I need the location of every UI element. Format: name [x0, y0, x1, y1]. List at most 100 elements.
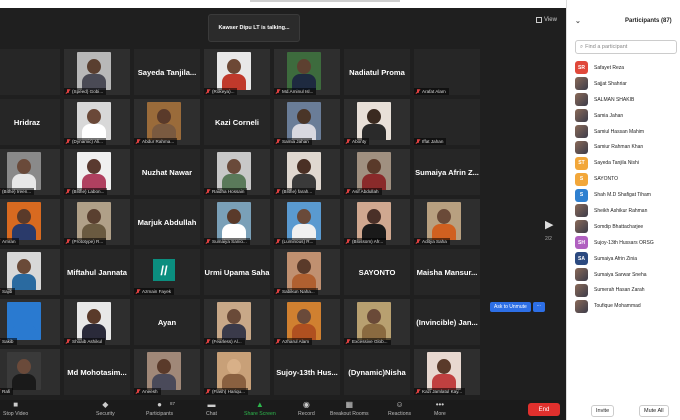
video-tile[interactable]: Maisha Mansur... [414, 249, 480, 295]
participant-list-item[interactable]: Toufique Mohammad [575, 298, 679, 314]
video-tile[interactable]: Asif Abdullah [344, 149, 410, 195]
video-tile[interactable]: Azharul Alam [274, 299, 340, 345]
video-tile[interactable]: (Bithe) Ireen... [0, 149, 60, 195]
participant-list-item[interactable]: SA Sumaiya Afrin Zinia [575, 251, 679, 267]
toolbar-more-button[interactable]: ••• More [434, 401, 446, 418]
toolbar-video-button[interactable]: ■ Stop Video [3, 401, 29, 418]
video-head [87, 109, 101, 124]
video-tile[interactable]: (Speed) Gobi... [64, 49, 130, 95]
video-tile[interactable]: Aneesh [134, 349, 200, 395]
video-tile[interactable]: Sujoy-13th Hus... [274, 349, 340, 395]
video-tile[interactable]: (Flash) Hariqu... [204, 349, 270, 395]
chevron-down-icon[interactable]: ⌄ [575, 17, 581, 25]
video-tile[interactable]: Hridraz [0, 99, 60, 145]
video-tile[interactable]: Ayan [134, 299, 200, 345]
tile-participant-name: Sujoy-13th Hus... [276, 367, 338, 377]
video-tile[interactable]: Kazi Corneli [204, 99, 270, 145]
video-tile[interactable]: Raidha Hossain [204, 149, 270, 195]
invite-button[interactable]: Invite [591, 405, 615, 417]
video-tile[interactable]: (Blossom) Afr... [344, 199, 410, 245]
participant-list-item[interactable]: SH Sujoy-13th Hussars ORSG [575, 235, 679, 251]
participant-list-item[interactable]: S SAYONTO [575, 171, 679, 187]
participant-list-item[interactable]: Samia Jahan [575, 108, 679, 124]
video-tile[interactable]: Rafi [0, 349, 60, 395]
participant-list-item[interactable]: SALMAN SHAKIB [575, 92, 679, 108]
participant-list-item[interactable]: Samiur Rahman Khan [575, 139, 679, 155]
video-head [297, 209, 311, 224]
participant-list-item[interactable]: Sumaiya Sarwar Sneha [575, 267, 679, 283]
tile-participant-name: (Prototype) R... [72, 239, 104, 244]
toolbar-record-button[interactable]: ◉ Record [298, 401, 315, 418]
toolbar-label: Stop Video [3, 411, 29, 417]
toolbar-share-screen-button[interactable]: ▲ Share Screen [244, 401, 276, 418]
video-tile[interactable]: (Dynamic) Ali... [64, 99, 130, 145]
video-tile[interactable]: Sumaiya Afrin Z... [414, 149, 480, 195]
video-head [297, 109, 311, 124]
tile-participant-name: Raidha Hossain [212, 189, 245, 194]
video-tile[interactable]: Miftahul Jannata [64, 249, 130, 295]
toolbar-reactions-button[interactable]: ☺ Reactions [388, 401, 411, 418]
video-tile[interactable]: (Dynamic)Nisha [344, 349, 410, 395]
participant-name: Toufique Mohammad [594, 303, 641, 310]
video-tile[interactable] [0, 49, 60, 95]
tile-more-button[interactable]: ... [532, 302, 545, 312]
video-tile[interactable]: (Fearless) Al... [204, 299, 270, 345]
toolbar-chat-button[interactable]: ▬ Chat [206, 401, 217, 418]
page-count: 2/2 [545, 236, 552, 242]
video-tile[interactable]: (Blithe) Labon... [64, 149, 130, 195]
toolbar-participants-button[interactable]: ● Participants 87 [146, 401, 175, 418]
video-tile[interactable]: Aditya Saha [414, 199, 480, 245]
video-tile[interactable]: Sajib [0, 249, 60, 295]
view-button[interactable]: View [536, 17, 557, 23]
video-tile[interactable]: Sakib [0, 299, 60, 345]
video-tile[interactable]: (Invincible) Jan... [414, 299, 480, 345]
video-tile[interactable]: Urmi Upama Saha [204, 249, 270, 295]
video-tile[interactable]: Shoaib Ashikul [64, 299, 130, 345]
video-tile[interactable]: Kazi Jamlatul Kay... [414, 349, 480, 395]
ask-to-unmute-button[interactable]: Ask to Unmute [490, 302, 531, 312]
toolbar-shield-button[interactable]: ◆ Security [96, 401, 115, 418]
zoom-meeting-window: Kawser Dipu LT is talking... View (Speed… [0, 0, 680, 420]
muted-mic-icon [136, 139, 140, 144]
video-tile[interactable]: // Azmain Fayek [134, 249, 200, 295]
toolbar-label: Chat [206, 411, 217, 417]
participant-name: Shah M.D Shafigat Tiham [594, 192, 651, 199]
tile-name-label: Samia Jahan [274, 138, 312, 145]
video-tile[interactable]: Arafat Alam [414, 49, 480, 95]
participant-list-item[interactable]: Samiul Hassan Mahim [575, 124, 679, 140]
participant-name: Sumaiya Sarwar Sneha [594, 271, 647, 278]
video-tile[interactable]: SAYONTO [344, 249, 410, 295]
participant-list-item[interactable]: SR Safayet Reza [575, 60, 679, 76]
participant-list-item[interactable]: ST Sayeda Tanjila Nishi [575, 155, 679, 171]
participant-list-item[interactable]: S Shah M.D Shafigat Tiham [575, 187, 679, 203]
video-tile[interactable]: Sayeda Tanjila... [134, 49, 200, 95]
video-tile[interactable]: Sabikun Naha... [274, 249, 340, 295]
video-tile[interactable]: Nuzhat Nawar [134, 149, 200, 195]
toolbar-breakout-rooms-button[interactable]: ▦ Breakout Rooms [330, 401, 369, 418]
end-meeting-button[interactable]: End [528, 403, 560, 416]
participant-list-item[interactable]: Somdip Bhattacharjee [575, 219, 679, 235]
participant-list-item[interactable]: Sheikh Ashikur Rahman [575, 203, 679, 219]
video-tile[interactable]: (Blithe) farah... [274, 149, 340, 195]
participant-search-input[interactable]: ⌕ Find a participant [575, 40, 677, 54]
video-tile[interactable]: Marjuk Abdullah [134, 199, 200, 245]
next-page-arrow-icon[interactable]: ▶ [545, 218, 553, 231]
video-tile[interactable]: Sumaiya Sanio... [204, 199, 270, 245]
video-tile[interactable]: Abonty [344, 99, 410, 145]
video-tile[interactable]: (Prototype) R... [64, 199, 130, 245]
video-tile[interactable]: Excessive Glob... [344, 299, 410, 345]
mute-all-button[interactable]: Mute All [639, 405, 669, 417]
video-tile[interactable]: Samia Jahan [274, 99, 340, 145]
video-tile[interactable]: Md.Aminul Isl... [274, 49, 340, 95]
participant-video [427, 352, 461, 390]
video-tile[interactable]: Md Mohotasim... [64, 349, 130, 395]
video-tile[interactable]: Nadiatul Proma [344, 49, 410, 95]
tile-participant-name: Sakib [2, 339, 14, 344]
participant-list-item[interactable]: Sumerah Hasan Zarah [575, 282, 679, 298]
participant-list-item[interactable]: Sajjat Shahriar [575, 76, 679, 92]
video-tile[interactable]: (Rokeya)... [204, 49, 270, 95]
video-tile[interactable]: Iffat Jahan [414, 99, 480, 145]
video-tile[interactable]: Amran [0, 199, 60, 245]
video-tile[interactable]: (Luminous) R... [274, 199, 340, 245]
video-tile[interactable]: Abdur Rahma... [134, 99, 200, 145]
